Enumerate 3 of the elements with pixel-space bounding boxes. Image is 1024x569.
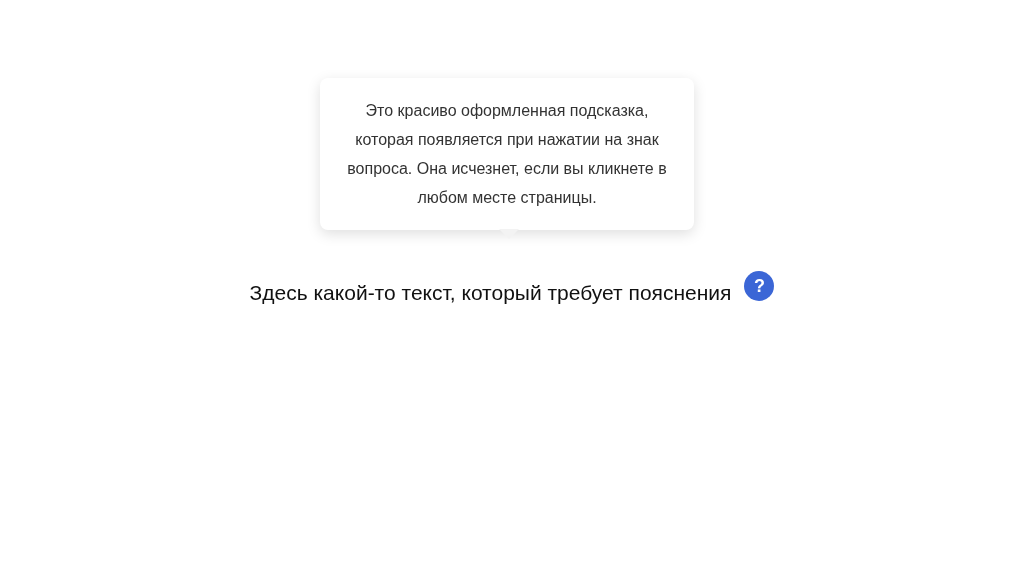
body-text: Здесь какой-то текст, который требует пояснения	[249, 281, 732, 305]
help-button[interactable]: ?	[744, 271, 775, 301]
tooltip: Это красиво оформленная подсказка, которая появляется при нажатии на знак вопроса. Она исчезнет, если вы кликнете в любом месте страницы.	[320, 78, 694, 230]
